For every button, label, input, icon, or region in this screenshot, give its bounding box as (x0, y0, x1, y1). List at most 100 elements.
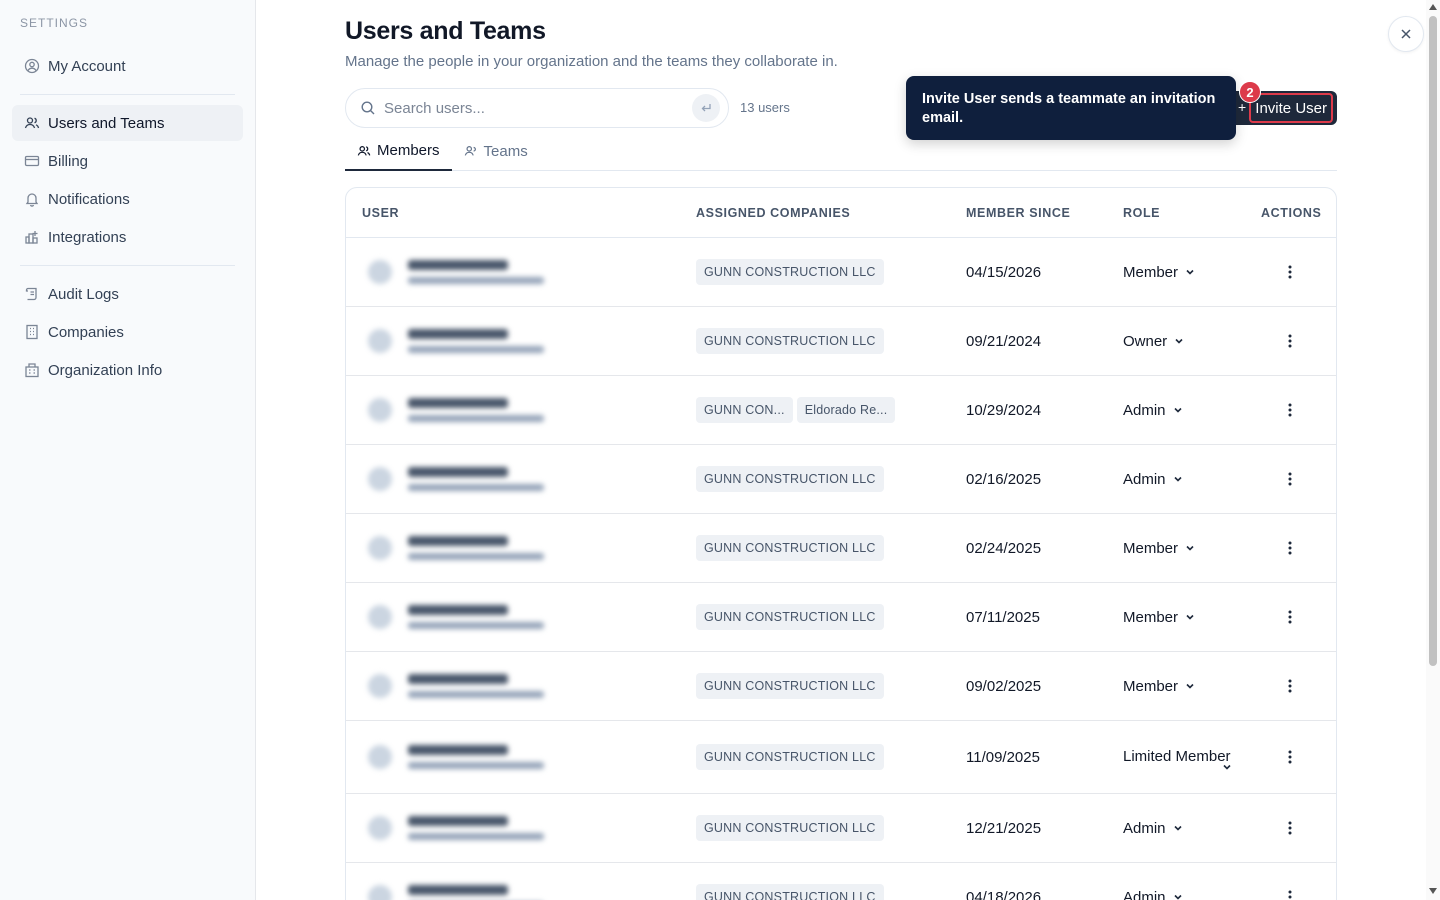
role-dropdown[interactable]: Member (1123, 609, 1196, 626)
sidebar-item-audit-logs[interactable]: Audit Logs (12, 276, 243, 312)
assigned-companies: GUNN CONSTRUCTION LLC (696, 884, 888, 900)
company-chip: Eldorado Re... (796, 397, 896, 423)
avatar (368, 816, 392, 840)
company-chip: GUNN CONSTRUCTION LLC (696, 466, 884, 492)
role-dropdown[interactable]: Member (1123, 264, 1196, 281)
table-row[interactable]: GUNN CONSTRUCTION LLC 12/21/2025 Admin (346, 794, 1336, 863)
role-label: Admin (1123, 888, 1166, 900)
role-dropdown[interactable]: Limited Member (1123, 747, 1233, 770)
more-actions-icon[interactable] (1284, 540, 1296, 556)
column-header-role[interactable]: ROLE (1123, 206, 1160, 220)
more-actions-icon[interactable] (1284, 264, 1296, 280)
column-header-actions: ACTIONS (1261, 205, 1322, 220)
sidebar-item-companies[interactable]: Companies (12, 314, 243, 350)
redacted-user-name (408, 260, 508, 270)
assigned-companies: GUNN CONSTRUCTION LLC (696, 673, 888, 699)
chevron-down-icon (1184, 266, 1196, 278)
redacted-user-info (408, 467, 544, 491)
user-count: 13 users (740, 100, 790, 115)
scroll-up-arrow[interactable] (1429, 4, 1437, 10)
column-header-assigned-companies[interactable]: ASSIGNED COMPANIES (696, 206, 850, 220)
enter-icon[interactable] (692, 94, 720, 122)
role-dropdown[interactable]: Member (1123, 540, 1196, 557)
role-dropdown[interactable]: Admin (1123, 820, 1184, 837)
sidebar-item-label: Integrations (48, 228, 127, 246)
sidebar-item-organization-info[interactable]: Organization Info (12, 352, 243, 388)
sidebar-item-users-and-teams[interactable]: Users and Teams (12, 105, 243, 141)
credit-card-icon (24, 153, 40, 169)
assigned-companies: GUNN CONSTRUCTION LLC (696, 535, 888, 561)
role-dropdown[interactable]: Admin (1123, 402, 1184, 419)
page-scrollbar[interactable] (1426, 0, 1440, 900)
assigned-companies: GUNN CONSTRUCTION LLC (696, 466, 888, 492)
avatar (368, 329, 392, 353)
sidebar-item-my-account[interactable]: My Account (12, 48, 243, 84)
chevron-down-icon (1184, 680, 1196, 692)
role-label: Limited Member (1123, 748, 1231, 765)
company-chip: GUNN CONSTRUCTION LLC (696, 535, 884, 561)
sidebar-section-label: SETTINGS (20, 16, 89, 30)
redacted-user-name (408, 816, 508, 826)
chevron-down-icon (1184, 542, 1196, 554)
redacted-user-name (408, 398, 508, 408)
member-since-date: 11/09/2025 (966, 748, 1040, 766)
avatar (368, 536, 392, 560)
company-chip: GUNN CONSTRUCTION LLC (696, 815, 884, 841)
close-button[interactable] (1388, 16, 1424, 52)
sidebar-item-notifications[interactable]: Notifications (12, 181, 243, 217)
redacted-user-email (408, 833, 544, 840)
company-chip: GUNN CONSTRUCTION LLC (696, 328, 884, 354)
role-dropdown[interactable]: Member (1123, 678, 1196, 695)
table-row[interactable]: GUNN CONSTRUCTION LLC 07/11/2025 Member (346, 583, 1336, 652)
column-header-member-since[interactable]: MEMBER SINCE (966, 206, 1070, 220)
more-actions-icon[interactable] (1284, 471, 1296, 487)
search-input[interactable] (384, 99, 692, 117)
role-dropdown[interactable]: Owner (1123, 333, 1185, 350)
sidebar-divider (20, 265, 235, 266)
sidebar-item-label: Notifications (48, 190, 130, 208)
role-label: Owner (1123, 332, 1168, 350)
table-row[interactable]: GUNN CONSTRUCTION LLC 11/09/2025 Limited M… (346, 721, 1336, 794)
more-actions-icon[interactable] (1284, 889, 1296, 900)
table-row[interactable]: GUNN CONSTRUCTION LLC 02/16/2025 Admin (346, 445, 1336, 514)
users-icon (357, 144, 371, 158)
avatar (368, 674, 392, 698)
search-field[interactable] (345, 88, 729, 128)
tab-label: Teams (483, 142, 528, 160)
table-row[interactable]: GUNN CONSTRUCTION LLC 04/18/2026 Admin (346, 863, 1336, 900)
role-label: Member (1123, 263, 1179, 281)
redacted-user-info (408, 329, 544, 353)
sidebar-item-billing[interactable]: Billing (12, 143, 243, 179)
sidebar-item-integrations[interactable]: Integrations (12, 219, 243, 255)
tab-teams[interactable]: Teams (452, 132, 540, 170)
redacted-user-email (408, 277, 544, 284)
table-row[interactable]: GUNN CONSTRUCTION LLC 09/02/2025 Member (346, 652, 1336, 721)
column-header-user[interactable]: USER (362, 206, 399, 220)
page-subtitle: Manage the people in your organization a… (345, 53, 838, 70)
redacted-user-email (408, 553, 544, 560)
more-actions-icon[interactable] (1284, 333, 1296, 349)
redacted-user-info (408, 885, 544, 900)
table-row[interactable]: GUNN CONSTRUCTION LLC 02/24/2025 Member (346, 514, 1336, 583)
more-actions-icon[interactable] (1284, 820, 1296, 836)
role-dropdown[interactable]: Admin (1123, 471, 1184, 488)
scroll-thumb[interactable] (1429, 16, 1437, 666)
table-row[interactable]: GUNN CON... Eldorado Re... 10/29/2024 Admin (346, 376, 1336, 445)
member-since-date: 04/15/2026 (966, 263, 1042, 281)
more-actions-icon[interactable] (1284, 678, 1296, 694)
chevron-down-icon (1173, 335, 1185, 347)
more-actions-icon[interactable] (1284, 402, 1296, 418)
table-row[interactable]: GUNN CONSTRUCTION LLC 04/15/2026 Member (346, 238, 1336, 307)
redacted-user-info (408, 260, 544, 284)
sidebar-item-label: Users and Teams (48, 114, 165, 132)
more-actions-icon[interactable] (1284, 609, 1296, 625)
tab-members[interactable]: Members (345, 132, 452, 171)
member-since-date: 09/21/2024 (966, 332, 1042, 350)
grid-plus-icon (24, 229, 40, 245)
redacted-user-info (408, 816, 544, 840)
more-actions-icon[interactable] (1284, 749, 1296, 765)
scroll-down-arrow[interactable] (1429, 888, 1437, 894)
role-dropdown[interactable]: Admin (1123, 889, 1184, 900)
member-since-date: 12/21/2025 (966, 819, 1042, 837)
table-row[interactable]: GUNN CONSTRUCTION LLC 09/21/2024 Owner (346, 307, 1336, 376)
